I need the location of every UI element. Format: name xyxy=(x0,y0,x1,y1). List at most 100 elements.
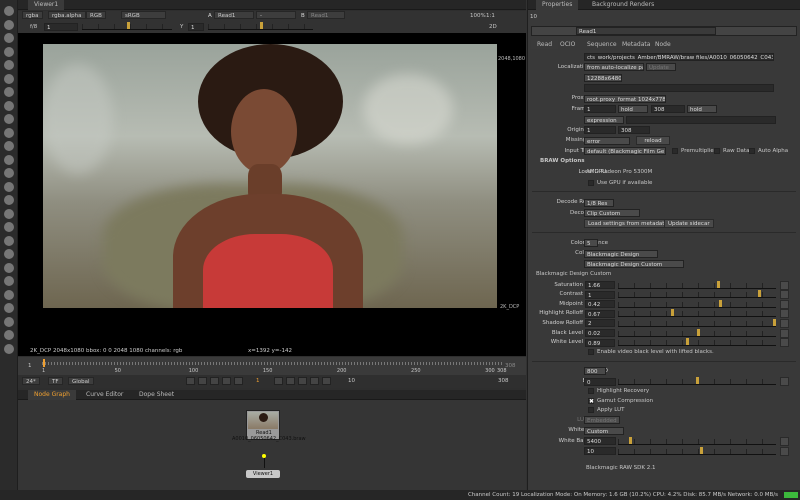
playhead[interactable] xyxy=(43,359,45,367)
animation-curve-button[interactable] xyxy=(780,299,789,309)
gamut-compression-checkbox[interactable]: ✖ xyxy=(588,397,594,404)
auto-alpha-checkbox[interactable] xyxy=(749,148,755,154)
white-balance-dropdown[interactable]: Custom xyxy=(584,426,624,435)
slider-knob[interactable] xyxy=(700,446,704,454)
animation-curve-button[interactable] xyxy=(780,377,789,387)
tool-icon[interactable] xyxy=(4,208,14,219)
tab-background-renders[interactable]: Background Renders xyxy=(586,0,660,10)
gamma-dropdown[interactable]: Blackmagic Design Custom xyxy=(584,260,684,268)
tool-icon[interactable] xyxy=(4,195,14,205)
next-frame-button[interactable] xyxy=(274,377,283,385)
viewer-canvas[interactable]: 2048,1080 2K_DCP xyxy=(18,33,526,345)
reload-button[interactable]: reload xyxy=(636,136,670,145)
slider-value-field[interactable]: 0.42 xyxy=(585,300,615,309)
slider-value-field[interactable]: 0.02 xyxy=(585,329,615,337)
tool-icon[interactable] xyxy=(4,303,14,313)
localization-policy-dropdown[interactable]: from auto-localize path xyxy=(584,63,644,71)
viewer-node[interactable]: Viewer1 xyxy=(246,470,280,478)
proxy-format-dropdown[interactable]: root.proxy_format 1024x778 xyxy=(584,94,666,103)
tool-icon[interactable] xyxy=(4,60,14,70)
tool-icon[interactable] xyxy=(4,19,14,30)
tool-icon[interactable] xyxy=(4,343,14,354)
decode-resolution-dropdown[interactable]: 1/8 Res xyxy=(584,198,614,207)
slider-value-field[interactable]: 1 xyxy=(585,290,615,299)
exposure-field[interactable]: 0 xyxy=(584,377,616,386)
fps-dropdown[interactable]: 24* xyxy=(22,377,40,385)
compare-op-dropdown[interactable]: - xyxy=(256,11,296,19)
tool-icon[interactable] xyxy=(4,141,14,151)
play-backward-button[interactable] xyxy=(222,377,231,385)
first-frame-button[interactable] xyxy=(186,377,195,385)
tab-node-graph[interactable]: Node Graph xyxy=(28,390,76,400)
frame-range-end[interactable]: 308 xyxy=(651,105,685,113)
tool-icon[interactable] xyxy=(4,316,14,327)
input-b-dropdown[interactable]: Read1 xyxy=(307,11,345,19)
last-frame-button[interactable] xyxy=(322,377,331,385)
prev-keyframe-button[interactable] xyxy=(198,377,207,385)
timeline[interactable]: 1 1 50 100 150 200 250 300 308 308 xyxy=(18,357,526,375)
slider-knob[interactable] xyxy=(757,290,761,298)
tf-dropdown[interactable]: TF xyxy=(48,377,63,385)
tab-curve-editor[interactable]: Curve Editor xyxy=(80,390,129,400)
zoom-level[interactable]: 100% xyxy=(470,12,486,20)
play-forward-button[interactable] xyxy=(286,377,295,385)
prev-frame-button[interactable] xyxy=(234,377,243,385)
tab-dope-sheet[interactable]: Dope Sheet xyxy=(133,390,180,400)
slider-knob[interactable] xyxy=(697,328,701,336)
highlight-rolloff-slider[interactable] xyxy=(618,309,776,318)
white-balance-k-field[interactable]: 5400 xyxy=(584,437,616,446)
slider-value-field[interactable]: 1.66 xyxy=(585,281,615,289)
animation-curve-button[interactable] xyxy=(780,328,789,338)
tool-icon[interactable] xyxy=(4,33,14,43)
contrast-slider[interactable] xyxy=(618,290,776,299)
next-keyframe-button[interactable] xyxy=(310,377,319,385)
animation-curve-button[interactable] xyxy=(780,290,789,300)
frame-expression-field[interactable] xyxy=(626,115,776,124)
pixel-ratio[interactable]: 1:1 xyxy=(486,12,495,20)
current-frame[interactable]: 1 xyxy=(256,377,260,385)
white-balance-k-slider[interactable] xyxy=(618,436,776,445)
frame-range-start[interactable]: 1 xyxy=(584,105,616,113)
slider-knob[interactable] xyxy=(686,338,690,346)
tool-icon[interactable] xyxy=(4,276,14,286)
color-space-dropdown[interactable]: Blackmagic Design xyxy=(584,249,658,258)
use-gpu-checkbox[interactable] xyxy=(588,179,594,186)
step-value[interactable]: 10 xyxy=(348,377,355,385)
animation-curve-button[interactable] xyxy=(780,318,789,328)
gain-slider[interactable] xyxy=(82,22,172,30)
frame-mode-dropdown[interactable]: expression xyxy=(584,115,624,124)
prev-increment-button[interactable] xyxy=(210,377,219,385)
update-sidecar-button[interactable]: Update sidecar xyxy=(664,219,714,228)
tint-field[interactable]: 10 xyxy=(584,447,616,456)
white-level-slider[interactable] xyxy=(618,338,776,347)
tint-slider[interactable] xyxy=(618,446,776,455)
shadow-rolloff-slider[interactable] xyxy=(618,318,776,327)
slider-knob[interactable] xyxy=(773,318,776,326)
color-science-dropdown[interactable]: 5 xyxy=(584,239,598,247)
animation-curve-button[interactable] xyxy=(780,446,789,456)
frame-range-after[interactable]: hold xyxy=(687,105,717,113)
slider-knob[interactable] xyxy=(717,280,721,288)
slider-value-field[interactable]: 2 xyxy=(585,319,615,328)
tool-icon[interactable] xyxy=(4,100,14,111)
tool-icon[interactable] xyxy=(4,249,14,259)
tool-icon[interactable] xyxy=(4,222,14,232)
tab-node-node[interactable]: Node xyxy=(649,40,677,49)
tab-node-ocio[interactable]: OCIO xyxy=(554,40,581,49)
animation-curve-button[interactable] xyxy=(780,280,789,290)
node-graph-panel[interactable]: Node Graph Curve Editor Dope Sheet Read1… xyxy=(18,390,526,490)
slider-knob[interactable] xyxy=(628,436,632,444)
original-range-start[interactable]: 1 xyxy=(584,126,616,134)
tool-icon[interactable] xyxy=(4,330,14,340)
scope-dropdown[interactable]: Global xyxy=(68,377,94,385)
tool-icon[interactable] xyxy=(4,46,14,57)
input-a-dropdown[interactable]: Read1 xyxy=(214,11,254,19)
tool-icon[interactable] xyxy=(4,289,14,300)
tool-icon[interactable] xyxy=(4,6,14,16)
premultiplied-checkbox[interactable] xyxy=(672,148,678,154)
tool-icon[interactable] xyxy=(4,262,14,273)
missing-frames-dropdown[interactable]: error xyxy=(584,136,630,145)
tab-viewer1[interactable]: Viewer1 xyxy=(28,0,65,10)
slider-knob[interactable] xyxy=(670,309,674,317)
alpha-dropdown[interactable]: rgba.alpha xyxy=(48,11,86,19)
